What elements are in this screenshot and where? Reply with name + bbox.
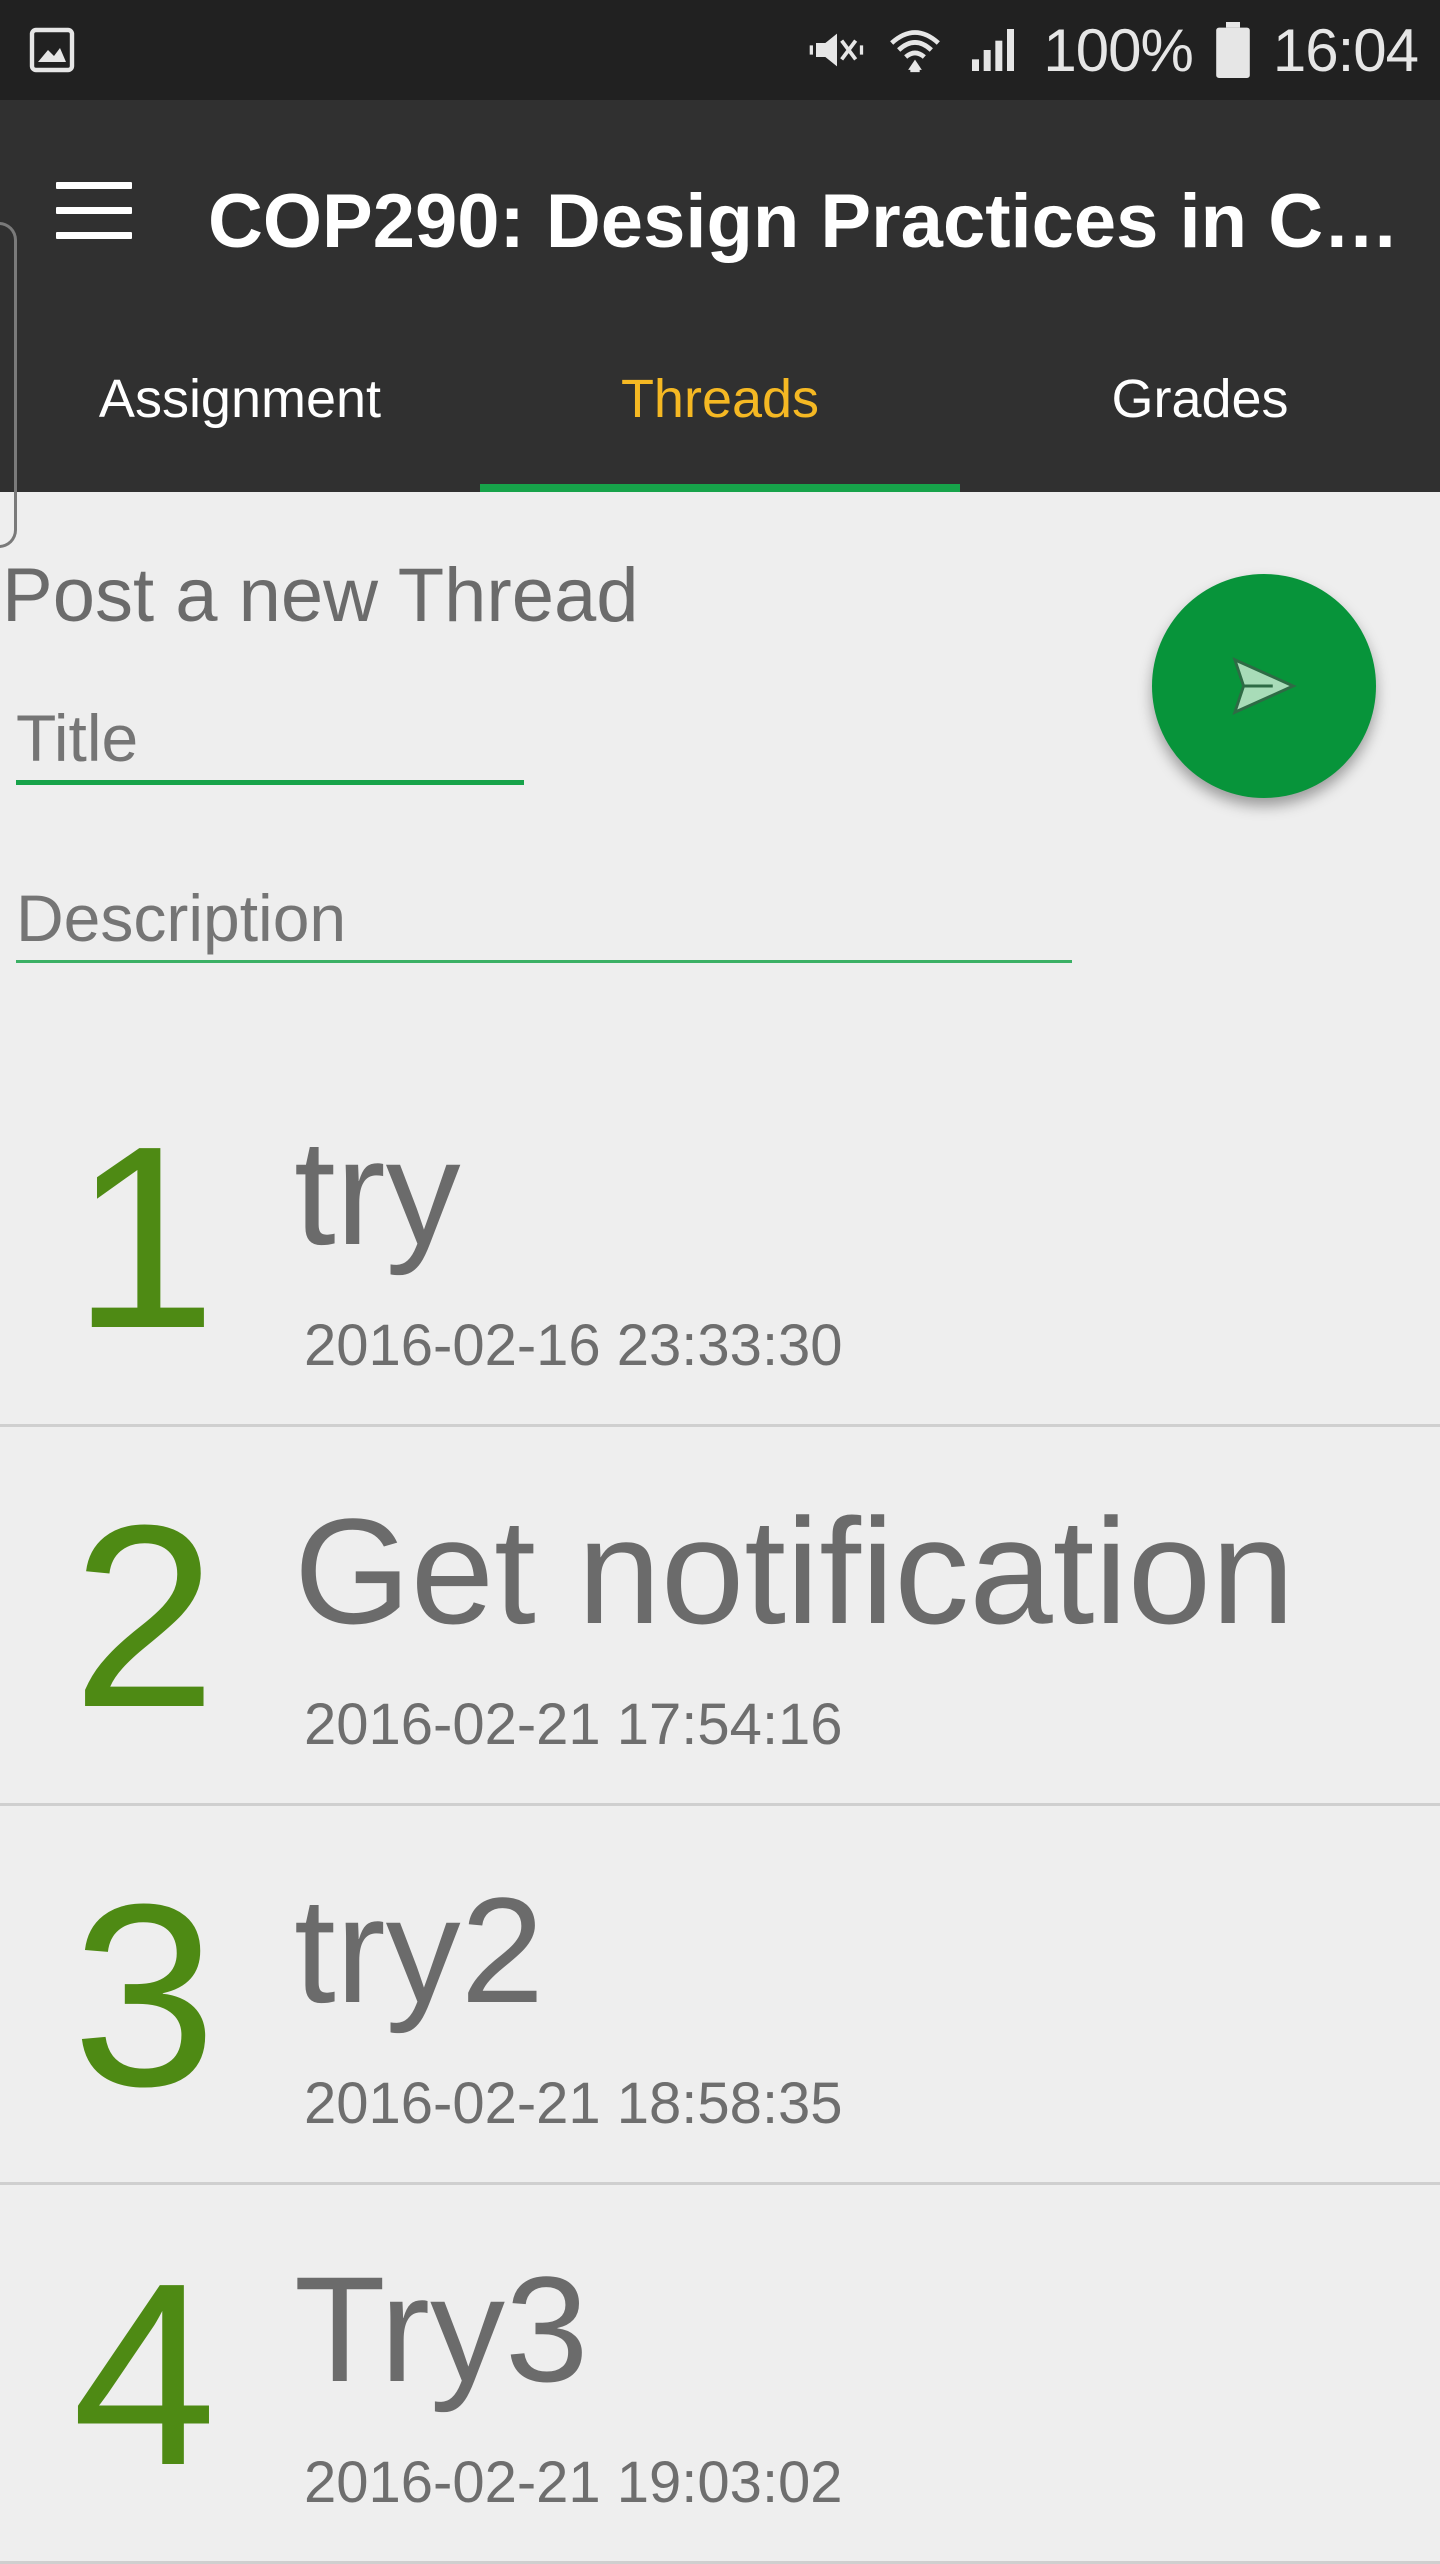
description-field[interactable] [16,880,1072,963]
thread-number: 1 [72,1093,217,1383]
thread-row[interactable]: 4 Try3 2016-02-21 19:03:02 [0,2185,1440,2564]
thread-row[interactable]: 3 try2 2016-02-21 18:58:35 [0,1806,1440,2185]
thread-number: 2 [72,1472,217,1762]
battery-percent: 100% [1043,16,1193,84]
thread-number: 4 [72,2230,217,2520]
thread-date: 2016-02-16 23:33:30 [304,1313,843,1378]
thread-title: Get notification [294,1487,1295,1655]
form-heading: Post a new Thread [2,553,639,638]
gallery-icon [29,27,75,73]
hamburger-menu-icon[interactable] [56,182,132,242]
tab-assignment[interactable]: Assignment [0,340,480,458]
send-thread-button[interactable] [1152,574,1376,798]
status-bar: 100% 16:04 [0,0,1440,100]
thread-number: 3 [72,1851,217,2141]
send-icon [1232,657,1297,715]
thread-title: try [294,1108,461,1276]
thread-date: 2016-02-21 18:58:35 [304,2071,843,2136]
thread-date: 2016-02-21 17:54:16 [304,1692,843,1757]
drawer-handle[interactable] [0,222,17,548]
tab-threads[interactable]: Threads [480,340,960,458]
thread-row[interactable]: 1 try 2016-02-16 23:33:30 [0,1048,1440,1427]
thread-title: Try3 [294,2245,589,2413]
thread-title: try2 [294,1866,545,2034]
signal-icon [972,29,1015,71]
mute-vibrate-icon [810,33,864,67]
title-field[interactable] [16,700,524,785]
wifi-icon [890,30,941,73]
thread-list: 1 try 2016-02-16 23:33:30 2 Get notifica… [0,1048,1440,2564]
app-bar: COP290: Design Practices in Co… Assignme… [0,100,1440,492]
tab-bar: Assignment Threads Grades [0,340,1440,492]
title-underline [16,780,524,785]
clock: 16:04 [1272,16,1419,84]
description-input[interactable] [16,880,1072,956]
thread-date: 2016-02-21 19:03:02 [304,2450,843,2515]
description-underline [16,960,1072,963]
thread-row[interactable]: 2 Get notification 2016-02-21 17:54:16 [0,1427,1440,1806]
battery-icon [1216,22,1250,78]
page-title: COP290: Design Practices in Co… [208,179,1418,264]
tab-grades[interactable]: Grades [960,340,1440,458]
active-tab-indicator [480,484,960,492]
title-input[interactable] [16,700,524,776]
